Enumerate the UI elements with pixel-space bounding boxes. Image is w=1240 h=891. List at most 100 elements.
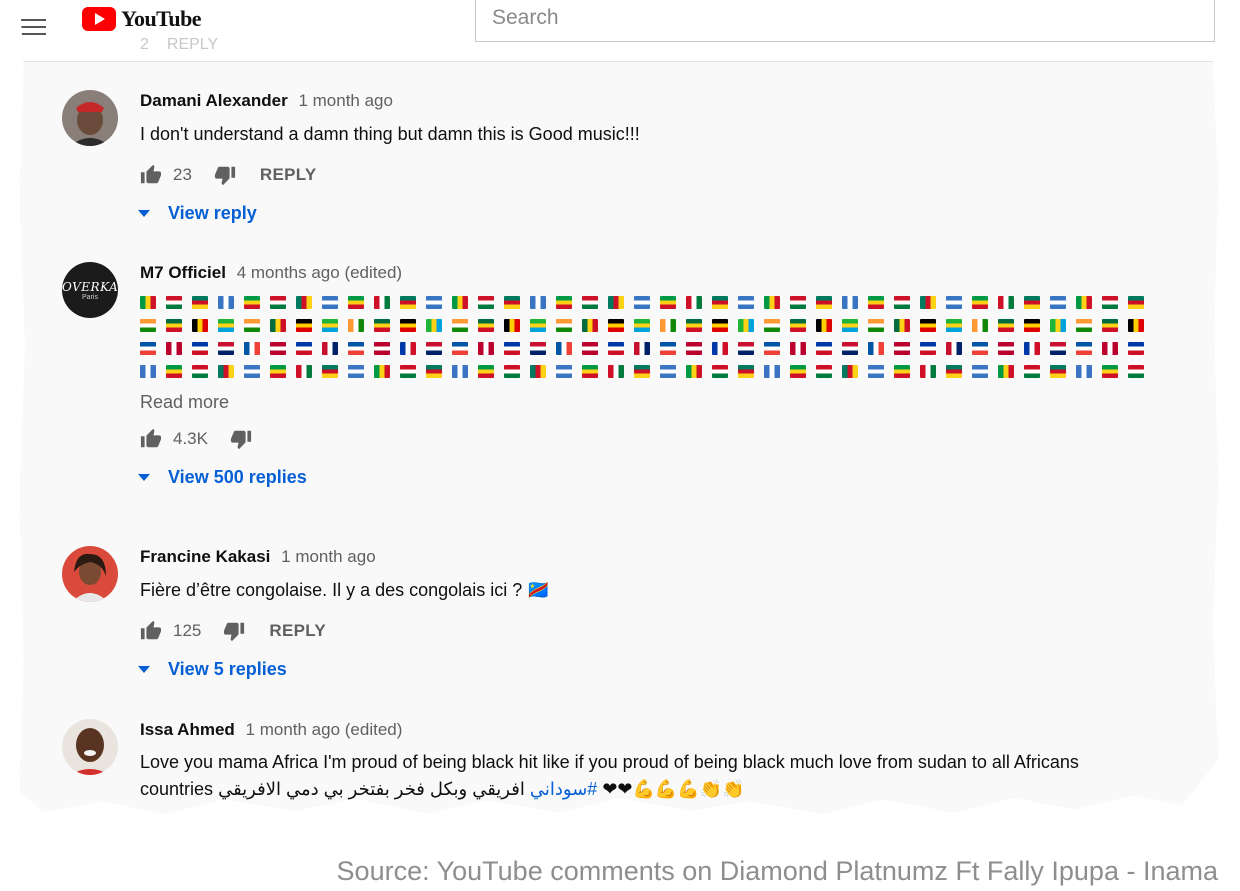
read-more-link[interactable]: Read more (140, 392, 1200, 413)
flag-icon (582, 296, 598, 309)
flag-icon (738, 319, 754, 332)
flag-icon (842, 365, 858, 378)
flag-icon (686, 342, 702, 355)
youtube-logo[interactable]: YouTube (82, 6, 202, 32)
flag-icon (374, 342, 390, 355)
flag-icon (270, 342, 286, 355)
flag-icon (1076, 319, 1092, 332)
flag-icon (400, 342, 416, 355)
comments-panel: YouTube 2 REPLY Search Damani Alexander … (20, 0, 1218, 815)
flag-icon (816, 319, 832, 332)
view-replies-button[interactable]: View 500 replies (138, 467, 1200, 488)
flag-icon (374, 365, 390, 378)
flag-icon (166, 342, 182, 355)
flag-icon (452, 365, 468, 378)
comment-author[interactable]: Damani Alexander (140, 91, 288, 110)
flag-emoji-text (140, 296, 1170, 378)
comment-timestamp[interactable]: 1 month ago (edited) (246, 720, 403, 739)
flag-icon (244, 365, 260, 378)
flag-icon (400, 296, 416, 309)
flag-icon (218, 319, 234, 332)
flag-icon (1024, 319, 1040, 332)
avatar[interactable]: OVERKA Paris (62, 262, 118, 318)
caret-down-icon (138, 474, 150, 481)
flag-icon (322, 319, 338, 332)
comment-author[interactable]: Francine Kakasi (140, 547, 270, 566)
flag-icon (140, 342, 156, 355)
prev-reply: REPLY (166, 36, 219, 53)
flag-icon (764, 319, 780, 332)
flag-icon (660, 319, 676, 332)
reply-button[interactable]: REPLY (260, 165, 317, 185)
flag-icon (244, 296, 260, 309)
flag-icon (348, 296, 364, 309)
flag-icon (322, 342, 338, 355)
search-input[interactable]: Search (475, 0, 1215, 42)
view-replies-label: View 5 replies (168, 659, 287, 679)
flag-icon (894, 319, 910, 332)
thumbs-down-icon[interactable] (214, 164, 236, 186)
flag-icon (270, 296, 286, 309)
comment-author[interactable]: M7 Officiel (140, 263, 226, 282)
flag-icon (296, 296, 312, 309)
flag-icon (582, 342, 598, 355)
thumbs-down-icon[interactable] (230, 428, 252, 450)
avatar[interactable] (62, 90, 118, 146)
flag-icon (894, 365, 910, 378)
flag-icon (998, 319, 1014, 332)
view-replies-button[interactable]: View reply (138, 203, 1200, 224)
flag-icon (816, 365, 832, 378)
comment-text: I don't understand a damn thing but damn… (140, 124, 640, 144)
flag-icon (1076, 342, 1092, 355)
flag-icon (426, 296, 442, 309)
comment-timestamp[interactable]: 1 month ago (281, 547, 376, 566)
flag-icon (634, 319, 650, 332)
flag-icon (374, 319, 390, 332)
flag-icon (426, 319, 442, 332)
thumbs-up-icon[interactable] (140, 620, 162, 642)
menu-icon[interactable] (20, 19, 46, 40)
source-caption: Source: YouTube comments on Diamond Plat… (336, 856, 1218, 886)
comment-timestamp[interactable]: 1 month ago (298, 91, 393, 110)
flag-icon (530, 342, 546, 355)
flag-icon (426, 342, 442, 355)
like-count: 4.3K (173, 429, 208, 448)
avatar-subtext: Paris (82, 294, 98, 301)
flag-icon (1024, 296, 1040, 309)
arabic-text: افريقي وبكل فخر بفتخر بي دمي الافريقي (218, 779, 525, 799)
thumbs-up-icon[interactable] (140, 428, 162, 450)
flag-icon (478, 342, 494, 355)
thumbs-down-icon[interactable] (223, 620, 245, 642)
flag-icon (140, 296, 156, 309)
comment-timestamp[interactable]: 4 months ago (edited) (237, 263, 402, 282)
flag-icon (166, 365, 182, 378)
avatar[interactable] (62, 546, 118, 602)
hashtag-link[interactable]: #سوداني (530, 779, 597, 799)
comment-author[interactable]: Issa Ahmed (140, 720, 235, 739)
flag-icon (764, 365, 780, 378)
flag-icon (452, 342, 468, 355)
flag-icon (946, 342, 962, 355)
flag-icon (790, 342, 806, 355)
previous-comment-actions: 2 REPLY (140, 36, 218, 54)
flag-icon (556, 319, 572, 332)
flag-icon (296, 365, 312, 378)
flag-icon (998, 296, 1014, 309)
flag-icon (998, 365, 1014, 378)
comment-text-line-2: countries #سوداني افريقي وبكل فخر بفتخر … (140, 776, 1200, 803)
flag-icon (634, 342, 650, 355)
flag-icon (1128, 319, 1144, 332)
reply-button[interactable]: REPLY (269, 621, 326, 641)
flag-icon (478, 319, 494, 332)
flag-icon (478, 365, 494, 378)
avatar[interactable] (62, 719, 118, 775)
flag-icon (660, 296, 676, 309)
view-replies-button[interactable]: View 5 replies (138, 659, 1200, 680)
flag-icon (660, 342, 676, 355)
flag-icon (868, 319, 884, 332)
flag-icon (946, 365, 962, 378)
flag-icon (764, 296, 780, 309)
flag-icon (868, 342, 884, 355)
flag-icon (400, 365, 416, 378)
thumbs-up-icon[interactable] (140, 164, 162, 186)
